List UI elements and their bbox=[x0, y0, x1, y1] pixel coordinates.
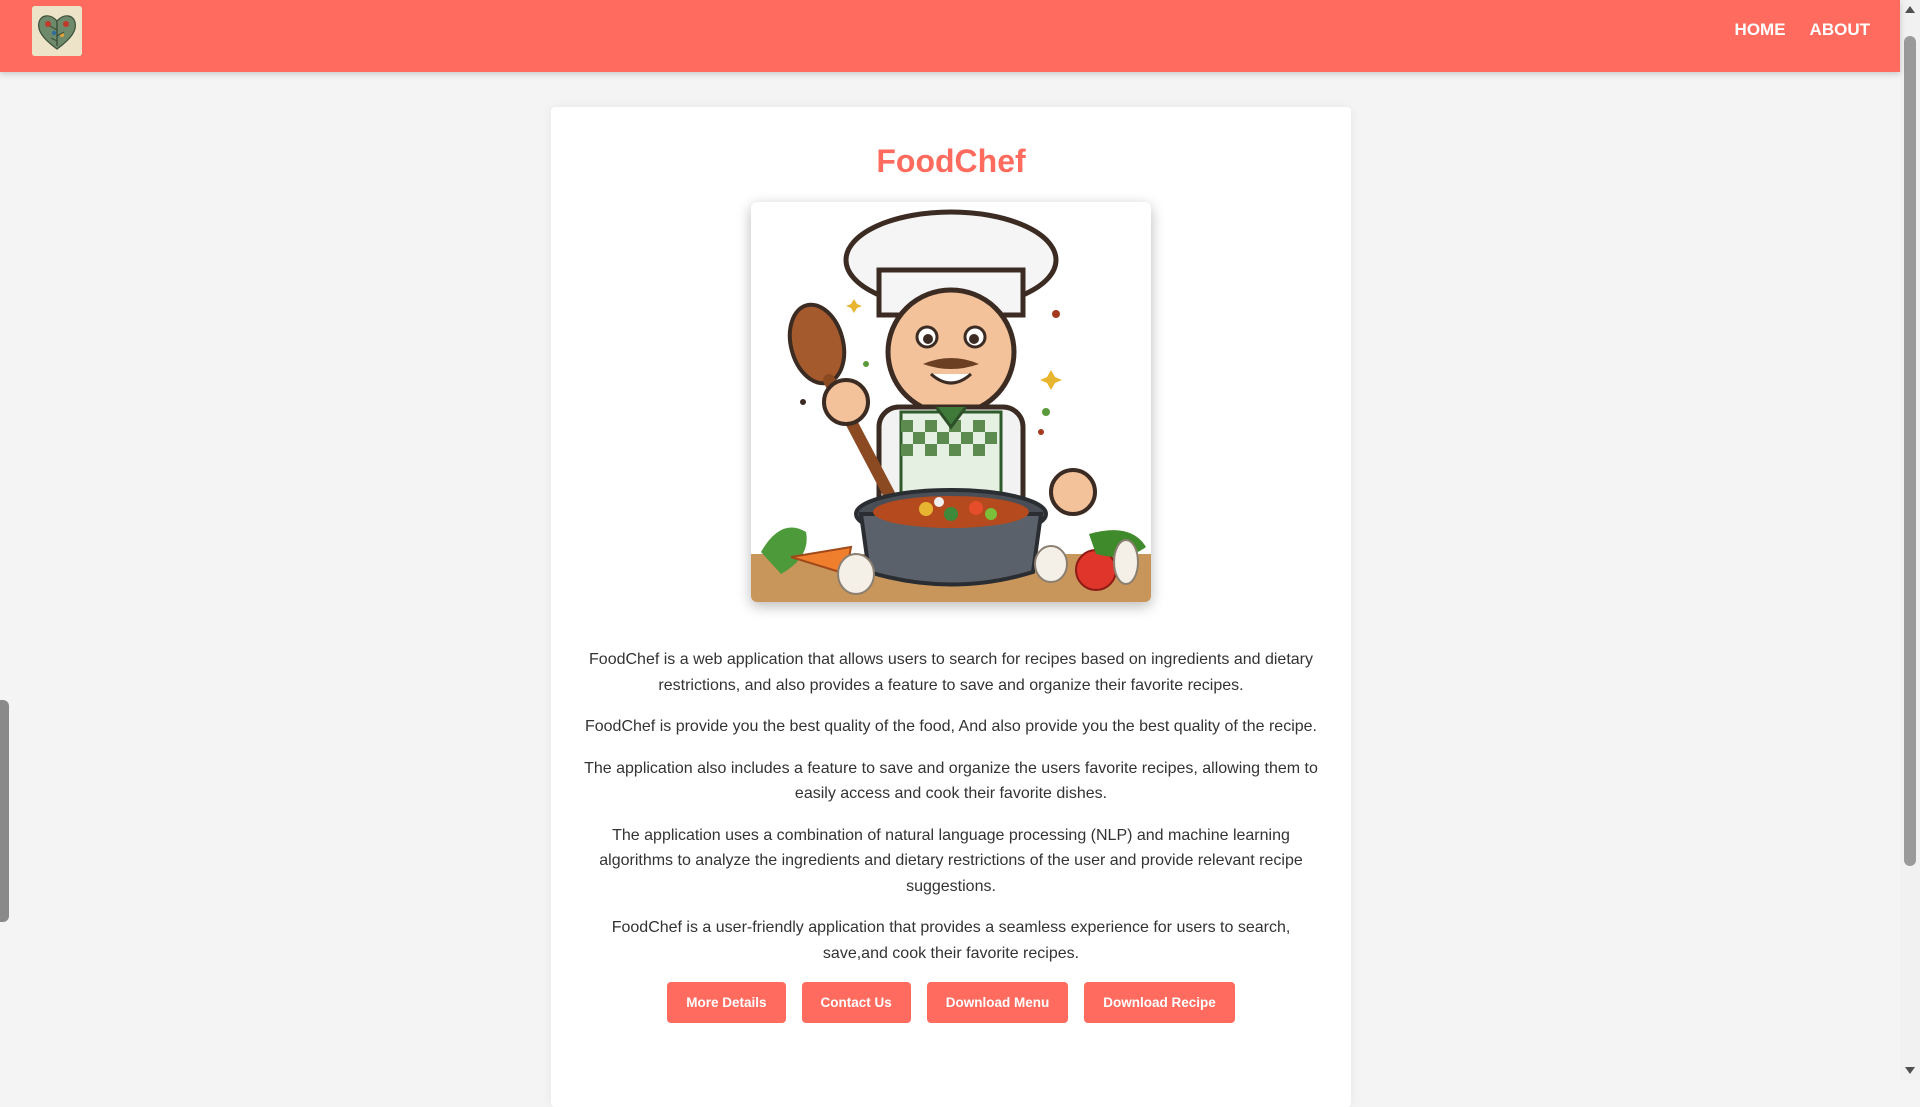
vertical-scrollbar[interactable] bbox=[1900, 0, 1920, 1080]
nav-links: HOME ABOUT bbox=[1735, 0, 1870, 60]
content-card: FoodChef FoodChef is a web application t… bbox=[551, 107, 1351, 1107]
description-paragraph: FoodChef is provide you the best quality… bbox=[584, 718, 1317, 736]
scroll-down-icon[interactable] bbox=[1905, 1067, 1915, 1074]
description-paragraph: The application uses a combination of na… bbox=[599, 826, 1303, 895]
top-navbar: HOME ABOUT bbox=[0, 0, 1900, 72]
contact-us-button[interactable]: Contact Us bbox=[801, 982, 911, 1024]
description-paragraph: FoodChef is a user-friendly application … bbox=[611, 919, 1291, 962]
scroll-thumb[interactable] bbox=[1904, 36, 1916, 866]
nav-about-link[interactable]: ABOUT bbox=[1810, 20, 1870, 40]
scroll-up-icon[interactable] bbox=[1905, 6, 1915, 13]
nav-home-link[interactable]: HOME bbox=[1735, 20, 1786, 40]
description: FoodChef is a web application that allow… bbox=[581, 647, 1321, 966]
chef-cooking-illustration bbox=[751, 202, 1151, 603]
heart-leaf-logo-icon[interactable] bbox=[32, 6, 82, 56]
side-panel-handle[interactable] bbox=[0, 700, 9, 922]
page-title: FoodChef bbox=[876, 143, 1026, 179]
action-buttons: More Details Contact Us Download Menu Do… bbox=[551, 982, 1351, 1024]
description-paragraph: The application also includes a feature … bbox=[584, 759, 1318, 803]
more-details-button[interactable]: More Details bbox=[667, 982, 786, 1024]
download-menu-button[interactable]: Download Menu bbox=[926, 982, 1069, 1024]
download-recipe-button[interactable]: Download Recipe bbox=[1084, 982, 1235, 1024]
description-paragraph: FoodChef is a web application that allow… bbox=[589, 651, 1313, 694]
